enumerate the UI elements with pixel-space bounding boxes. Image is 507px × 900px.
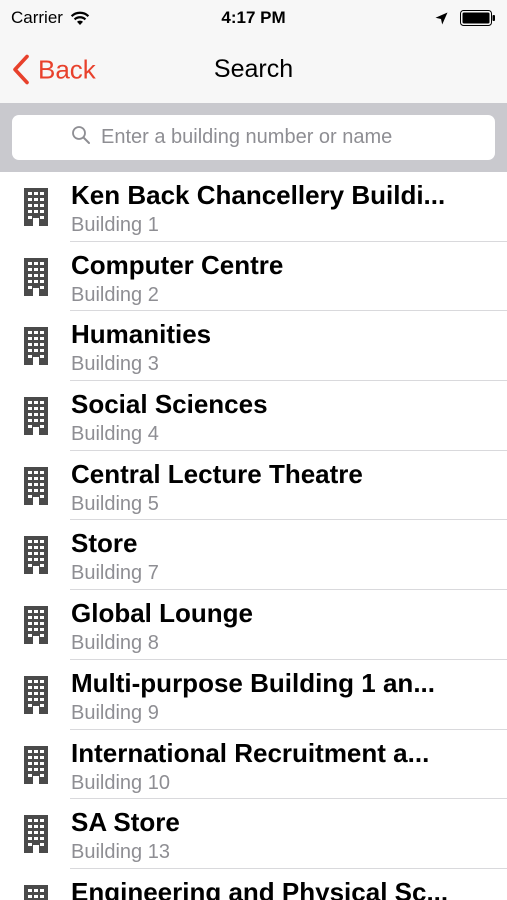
search-bar (0, 103, 507, 172)
building-row[interactable]: Multi-purpose Building 1 an... Building … (0, 660, 507, 730)
building-number: Building 13 (71, 841, 170, 864)
row-text: Ken Back Chancellery Buildi... Building … (70, 172, 507, 242)
search-field[interactable] (12, 115, 495, 160)
screen: Carrier 4:17 PM Back Search Enter a buil… (0, 0, 507, 900)
chevron-left-icon (12, 54, 30, 85)
building-icon (24, 397, 48, 436)
building-icon (24, 466, 48, 505)
status-right (435, 10, 496, 26)
battery-icon (460, 10, 496, 26)
building-icon (24, 606, 48, 645)
building-name: Social Sciences (71, 389, 268, 420)
building-number: Building 3 (71, 353, 159, 376)
building-icon (24, 815, 48, 854)
building-row[interactable]: SA Store Building 13 (0, 799, 507, 869)
row-text: Global Lounge Building 8 (70, 590, 507, 660)
status-left: Carrier (11, 8, 90, 28)
row-text: Engineering and Physical Sc... (70, 869, 507, 900)
building-row[interactable]: Social Sciences Building 4 (0, 381, 507, 451)
row-text: SA Store Building 13 (70, 799, 507, 869)
building-name: Engineering and Physical Sc... (71, 876, 449, 900)
navigation-bar: Back Search (0, 36, 507, 103)
building-row[interactable]: International Recruitment a... Building … (0, 730, 507, 800)
building-number: Building 4 (71, 423, 159, 446)
building-name: Global Lounge (71, 598, 253, 629)
building-row[interactable]: Engineering and Physical Sc... (0, 869, 507, 900)
building-icon (24, 884, 48, 900)
building-row[interactable]: Humanities Building 3 (0, 311, 507, 382)
back-label: Back (38, 54, 96, 84)
carrier-label: Carrier (11, 8, 63, 27)
building-name: Humanities (71, 319, 212, 350)
row-text: Multi-purpose Building 1 an... Building … (70, 660, 507, 730)
search-input[interactable] (101, 126, 436, 149)
building-number: Building 8 (71, 632, 159, 655)
row-text: Humanities Building 3 (70, 311, 507, 382)
building-icon (24, 257, 48, 296)
building-name: SA Store (71, 807, 180, 838)
wifi-icon (70, 11, 90, 26)
building-number: Building 10 (71, 771, 170, 794)
building-number: Building 7 (71, 562, 159, 585)
building-row[interactable]: Computer Centre Building 2 (0, 242, 507, 312)
row-text: Social Sciences Building 4 (70, 381, 507, 451)
building-name: Store (71, 528, 138, 559)
back-button[interactable]: Back (12, 54, 96, 85)
building-icon (24, 188, 48, 226)
building-number: Building 5 (71, 492, 159, 515)
building-icon (24, 675, 48, 714)
building-number: Building 9 (71, 701, 159, 724)
building-number: Building 1 (71, 214, 159, 236)
building-name: Central Lecture Theatre (71, 458, 363, 489)
row-text: Central Lecture Theatre Building 5 (70, 451, 507, 521)
status-bar: Carrier 4:17 PM (0, 0, 507, 36)
page-title: Search (213, 55, 294, 83)
building-icon (24, 536, 48, 575)
building-name: Multi-purpose Building 1 an... (71, 667, 435, 698)
building-row[interactable]: Ken Back Chancellery Buildi... Building … (0, 172, 507, 242)
row-text: International Recruitment a... Building … (70, 730, 507, 800)
building-row[interactable]: Store Building 7 (0, 520, 507, 591)
building-row[interactable]: Central Lecture Theatre Building 5 (0, 451, 507, 521)
building-number: Building 2 (71, 283, 159, 306)
row-text: Store Building 7 (70, 520, 507, 591)
building-name: International Recruitment a... (71, 737, 430, 768)
location-arrow-icon (435, 12, 448, 25)
building-icon (24, 327, 48, 366)
search-icon (71, 125, 91, 150)
building-icon (24, 745, 48, 784)
building-row[interactable]: Global Lounge Building 8 (0, 590, 507, 660)
building-name: Ken Back Chancellery Buildi... (71, 180, 446, 210)
row-text: Computer Centre Building 2 (70, 242, 507, 312)
building-name: Computer Centre (71, 249, 284, 280)
building-list: Ken Back Chancellery Buildi... Building … (0, 172, 507, 900)
